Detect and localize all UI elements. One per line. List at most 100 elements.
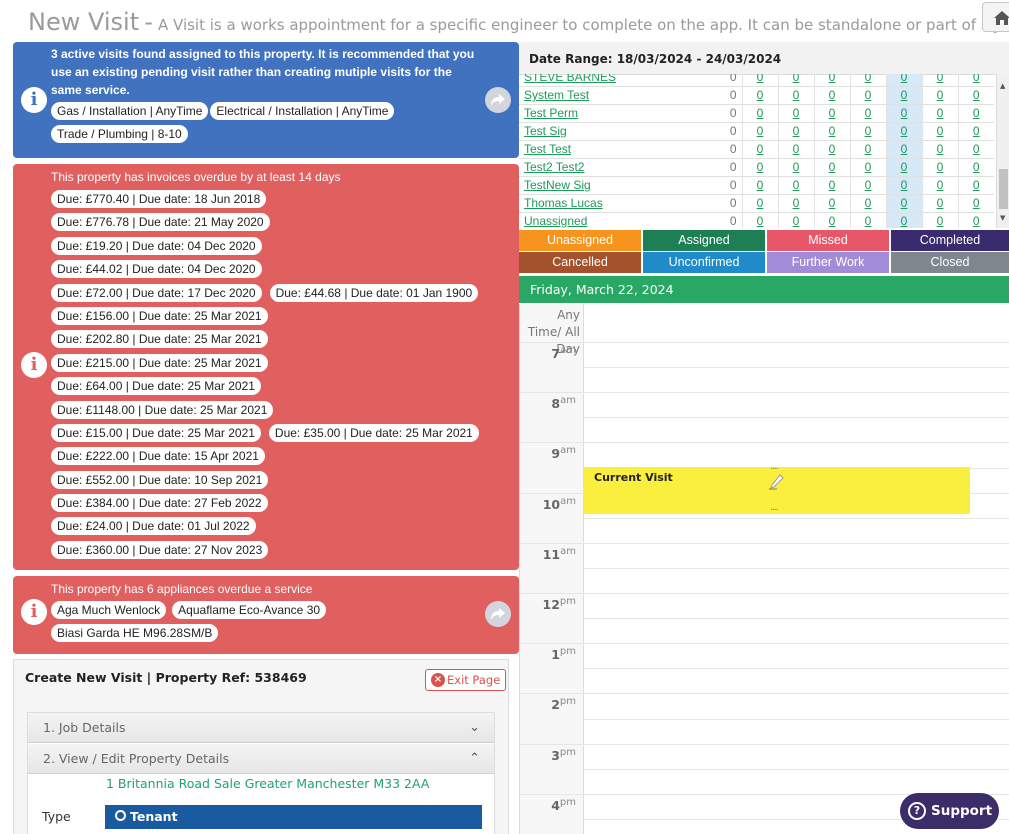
appliance-tag[interactable]: Aga Much Wenlock [51, 601, 167, 619]
day-count-link[interactable]: 0 [849, 122, 886, 141]
day-count-link[interactable]: 0 [777, 176, 814, 195]
invoice-tag[interactable]: Due: £24.00 | Due date: 01 Jul 2022 [51, 517, 256, 536]
visit-tag[interactable]: Trade / Plumbing | 8-10 [51, 125, 188, 143]
day-count-link[interactable]: 0 [813, 74, 850, 87]
engineer-name-link[interactable]: TestNew Sig [519, 176, 663, 195]
day-count-link[interactable]: 0 [885, 122, 922, 141]
engineer-name-link[interactable]: Test Perm [519, 104, 663, 123]
day-count-link[interactable]: 0 [957, 194, 994, 213]
day-count-link[interactable]: 0 [921, 74, 958, 87]
day-count-link[interactable]: 0 [957, 122, 994, 141]
day-count-link[interactable]: 0 [957, 74, 994, 87]
day-count-link[interactable]: 0 [885, 158, 922, 177]
engineer-name-link[interactable]: Test2 Test2 [519, 158, 663, 177]
scrollbar-thumb[interactable] [999, 169, 1008, 209]
day-count-link[interactable]: 0 [921, 176, 958, 195]
day-count-link[interactable]: 0 [921, 212, 958, 228]
type-option-tenant[interactable]: Tenant [105, 805, 482, 829]
invoice-tag[interactable]: Due: £44.68 | Due date: 01 Jan 1900 [269, 283, 479, 302]
grid-scrollbar[interactable]: ▲ ▼ [996, 74, 1009, 228]
day-count-link[interactable]: 0 [957, 212, 994, 228]
day-count-link[interactable]: 0 [741, 74, 778, 87]
accordion-job-details[interactable]: 1. Job Details ⌄ [28, 713, 494, 743]
resize-handle-bottom[interactable]: .... [770, 503, 779, 513]
day-count-link[interactable]: 0 [885, 176, 922, 195]
day-count-link[interactable]: 0 [885, 194, 922, 213]
day-count-link[interactable]: 0 [813, 122, 850, 141]
day-count-link[interactable]: 0 [741, 212, 778, 228]
resize-handle-top[interactable]: .... [770, 462, 779, 472]
day-count-link[interactable]: 0 [813, 212, 850, 228]
day-count-link[interactable]: 0 [849, 158, 886, 177]
day-count-link[interactable]: 0 [741, 194, 778, 213]
scroll-up-icon[interactable]: ▲ [1000, 82, 1005, 90]
day-count-link[interactable]: 0 [741, 86, 778, 105]
invoice-tag[interactable]: Due: £15.00 | Due date: 25 Mar 2021 [51, 423, 261, 442]
day-count-link[interactable]: 0 [813, 176, 850, 195]
day-count-link[interactable]: 0 [849, 176, 886, 195]
invoice-tag[interactable]: Due: £384.00 | Due date: 27 Feb 2022 [51, 494, 268, 513]
day-count-link[interactable]: 0 [777, 74, 814, 87]
day-count-link[interactable]: 0 [849, 74, 886, 87]
day-count-link[interactable]: 0 [957, 86, 994, 105]
day-count-link[interactable]: 0 [741, 158, 778, 177]
invoice-tag[interactable]: Due: £64.00 | Due date: 25 Mar 2021 [51, 377, 261, 396]
day-count-link[interactable]: 0 [813, 158, 850, 177]
day-count-link[interactable]: 0 [957, 176, 994, 195]
day-count-link[interactable]: 0 [813, 86, 850, 105]
engineer-name-link[interactable]: Unassigned [519, 212, 663, 228]
day-count-link[interactable]: 0 [849, 194, 886, 213]
invoice-tag[interactable]: Due: £19.20 | Due date: 04 Dec 2020 [51, 236, 262, 255]
invoice-tag[interactable]: Due: £215.00 | Due date: 25 Mar 2021 [51, 353, 268, 372]
day-count-link[interactable]: 0 [921, 122, 958, 141]
invoice-tag[interactable]: Due: £44.02 | Due date: 04 Dec 2020 [51, 260, 262, 279]
day-count-link[interactable]: 0 [957, 104, 994, 123]
day-count-link[interactable]: 0 [885, 86, 922, 105]
day-count-link[interactable]: 0 [741, 104, 778, 123]
day-count-link[interactable]: 0 [777, 122, 814, 141]
day-count-link[interactable]: 0 [813, 140, 850, 159]
day-count-link[interactable]: 0 [777, 86, 814, 105]
engineer-name-link[interactable]: System Test [519, 86, 663, 105]
day-count-link[interactable]: 0 [921, 140, 958, 159]
day-count-link[interactable]: 0 [741, 176, 778, 195]
day-count-link[interactable]: 0 [849, 86, 886, 105]
support-button[interactable]: ? Support [900, 793, 999, 829]
day-count-link[interactable]: 0 [777, 104, 814, 123]
day-count-link[interactable]: 0 [813, 194, 850, 213]
day-count-link[interactable]: 0 [885, 140, 922, 159]
invoice-tag[interactable]: Due: £156.00 | Due date: 25 Mar 2021 [51, 306, 268, 325]
day-count-link[interactable]: 0 [957, 158, 994, 177]
day-count-link[interactable]: 0 [849, 140, 886, 159]
invoice-tag[interactable]: Due: £72.00 | Due date: 17 Dec 2020 [51, 283, 262, 302]
invoice-tag[interactable]: Due: £360.00 | Due date: 27 Nov 2023 [51, 540, 269, 559]
engineer-name-link[interactable]: STEVE BARNES [519, 74, 663, 87]
day-count-link[interactable]: 0 [921, 86, 958, 105]
engineer-name-link[interactable]: Test Test [519, 140, 663, 159]
edit-pencil-icon[interactable] [768, 473, 786, 491]
day-count-link[interactable]: 0 [921, 158, 958, 177]
scroll-down-icon[interactable]: ▼ [1000, 214, 1005, 222]
day-count-link[interactable]: 0 [921, 194, 958, 213]
current-visit-event[interactable]: .... Current Visit .... [584, 462, 970, 514]
day-count-link[interactable]: 0 [885, 104, 922, 123]
day-count-link[interactable]: 0 [777, 140, 814, 159]
appliance-tag[interactable]: Aquaflame Eco-Avance 30 [172, 601, 327, 619]
exit-page-button[interactable]: × Exit Page [425, 669, 506, 691]
share-button[interactable] [485, 601, 511, 627]
day-count-link[interactable]: 0 [741, 122, 778, 141]
invoice-tag[interactable]: Due: £552.00 | Due date: 10 Sep 2021 [51, 470, 269, 489]
day-count-link[interactable]: 0 [921, 104, 958, 123]
share-button[interactable] [485, 87, 511, 113]
invoice-tag[interactable]: Due: £776.78 | Due date: 21 May 2020 [51, 213, 270, 232]
day-count-link[interactable]: 0 [777, 212, 814, 228]
invoice-tag[interactable]: Due: £1148.00 | Due date: 25 Mar 2021 [51, 400, 274, 419]
accordion-property-details[interactable]: 2. View / Edit Property Details ⌃ [28, 744, 494, 774]
engineer-name-link[interactable]: Thomas Lucas [519, 194, 663, 213]
day-count-link[interactable]: 0 [849, 104, 886, 123]
invoice-tag[interactable]: Due: £35.00 | Due date: 25 Mar 2021 [268, 423, 479, 442]
appliance-tag[interactable]: Biasi Garda HE M96.28SM/B [51, 624, 219, 642]
home-button[interactable] [982, 2, 1009, 32]
day-count-link[interactable]: 0 [813, 104, 850, 123]
visit-tag[interactable]: Gas / Installation | AnyTime [51, 102, 209, 120]
